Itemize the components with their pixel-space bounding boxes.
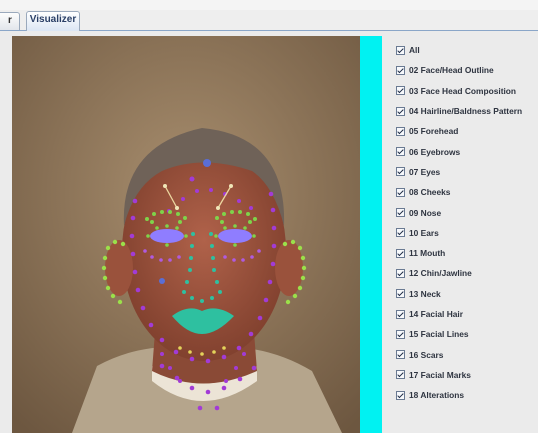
checkbox-row-forehead[interactable]: 05 Forehead (396, 121, 536, 141)
checkbox-label: 06 Eyebrows (409, 146, 461, 157)
title-strip (0, 0, 538, 10)
tab-previous[interactable]: r (0, 12, 20, 30)
checkbox-scars[interactable] (396, 350, 405, 360)
checkbox-all[interactable] (396, 45, 405, 55)
checkbox-row-ears[interactable]: 10 Ears (396, 223, 536, 243)
checkbox-label: 10 Ears (409, 227, 439, 238)
checkbox-nose[interactable] (396, 208, 405, 218)
checkbox-row-face-head-composition[interactable]: 03 Face Head Composition (396, 81, 536, 101)
checkbox-row-all[interactable]: All (396, 40, 536, 60)
checkbox-label: 11 Mouth (409, 248, 446, 259)
checkbox-facial-marks[interactable] (396, 370, 405, 380)
checkbox-label: 08 Cheeks (409, 187, 451, 198)
feature-checklist: All 02 Face/Head Outline 03 Face Head Co… (396, 40, 536, 405)
checkbox-label: 14 Facial Hair (409, 309, 464, 319)
checkbox-label: 16 Scars (409, 349, 444, 360)
checkbox-chin-jawline[interactable] (396, 268, 405, 278)
checkbox-row-facial-marks[interactable]: 17 Facial Marks (396, 365, 536, 385)
checkbox-row-mouth[interactable]: 11 Mouth (396, 243, 536, 263)
checkbox-row-facial-hair[interactable]: 14 Facial Hair (396, 304, 536, 324)
checkbox-eyebrows[interactable] (396, 147, 405, 157)
checkbox-cheeks[interactable] (396, 187, 405, 197)
checkbox-label: 17 Facial Marks (409, 369, 471, 380)
checkbox-row-hairline[interactable]: 04 Hairline/Baldness Pattern (396, 101, 536, 121)
checkbox-facial-hair[interactable] (396, 309, 405, 319)
checkbox-row-scars[interactable]: 16 Scars (396, 344, 536, 364)
checkbox-eyes[interactable] (396, 167, 405, 177)
checkbox-mouth[interactable] (396, 248, 405, 258)
checkbox-face-head-composition[interactable] (396, 86, 405, 96)
checkbox-alterations[interactable] (396, 390, 405, 400)
checkbox-label: 09 Nose (409, 207, 442, 218)
checkbox-row-face-head-outline[interactable]: 02 Face/Head Outline (396, 60, 536, 80)
checkbox-label: All (409, 45, 420, 56)
checkbox-forehead[interactable] (396, 126, 405, 136)
checkbox-row-neck[interactable]: 13 Neck (396, 284, 536, 304)
checkbox-facial-lines[interactable] (396, 329, 405, 339)
checkbox-label: 07 Eyes (409, 166, 441, 177)
checkbox-row-eyes[interactable]: 07 Eyes (396, 162, 536, 182)
tab-bar: r Visualizer (0, 10, 538, 31)
checkbox-row-facial-lines[interactable]: 15 Facial Lines (396, 324, 536, 344)
checkbox-row-eyebrows[interactable]: 06 Eyebrows (396, 141, 536, 161)
checkbox-neck[interactable] (396, 289, 405, 299)
checkbox-face-head-outline[interactable] (396, 65, 405, 75)
checkbox-row-chin-jawline[interactable]: 12 Chin/Jawline (396, 263, 536, 283)
checkbox-label: 02 Face/Head Outline (409, 65, 494, 76)
checkbox-row-nose[interactable]: 09 Nose (396, 202, 536, 222)
checkbox-row-alterations[interactable]: 18 Alterations (396, 385, 536, 405)
checkbox-label: 12 Chin/Jawline (409, 268, 472, 279)
checkbox-label: 05 Forehead (409, 126, 459, 137)
checkbox-label: 13 Neck (409, 288, 441, 299)
checkbox-row-cheeks[interactable]: 08 Cheeks (396, 182, 536, 202)
checkbox-hairline[interactable] (396, 106, 405, 116)
checkbox-label: 15 Facial Lines (409, 329, 469, 340)
checkbox-label: 18 Alterations (409, 390, 465, 401)
checkbox-label: 04 Hairline/Baldness Pattern (409, 106, 523, 117)
face-image-with-landmarks (12, 36, 362, 433)
image-border-strip (360, 36, 382, 433)
checkbox-ears[interactable] (396, 228, 405, 238)
checkbox-label: 03 Face Head Composition (409, 85, 517, 96)
tab-visualizer[interactable]: Visualizer (26, 11, 80, 31)
